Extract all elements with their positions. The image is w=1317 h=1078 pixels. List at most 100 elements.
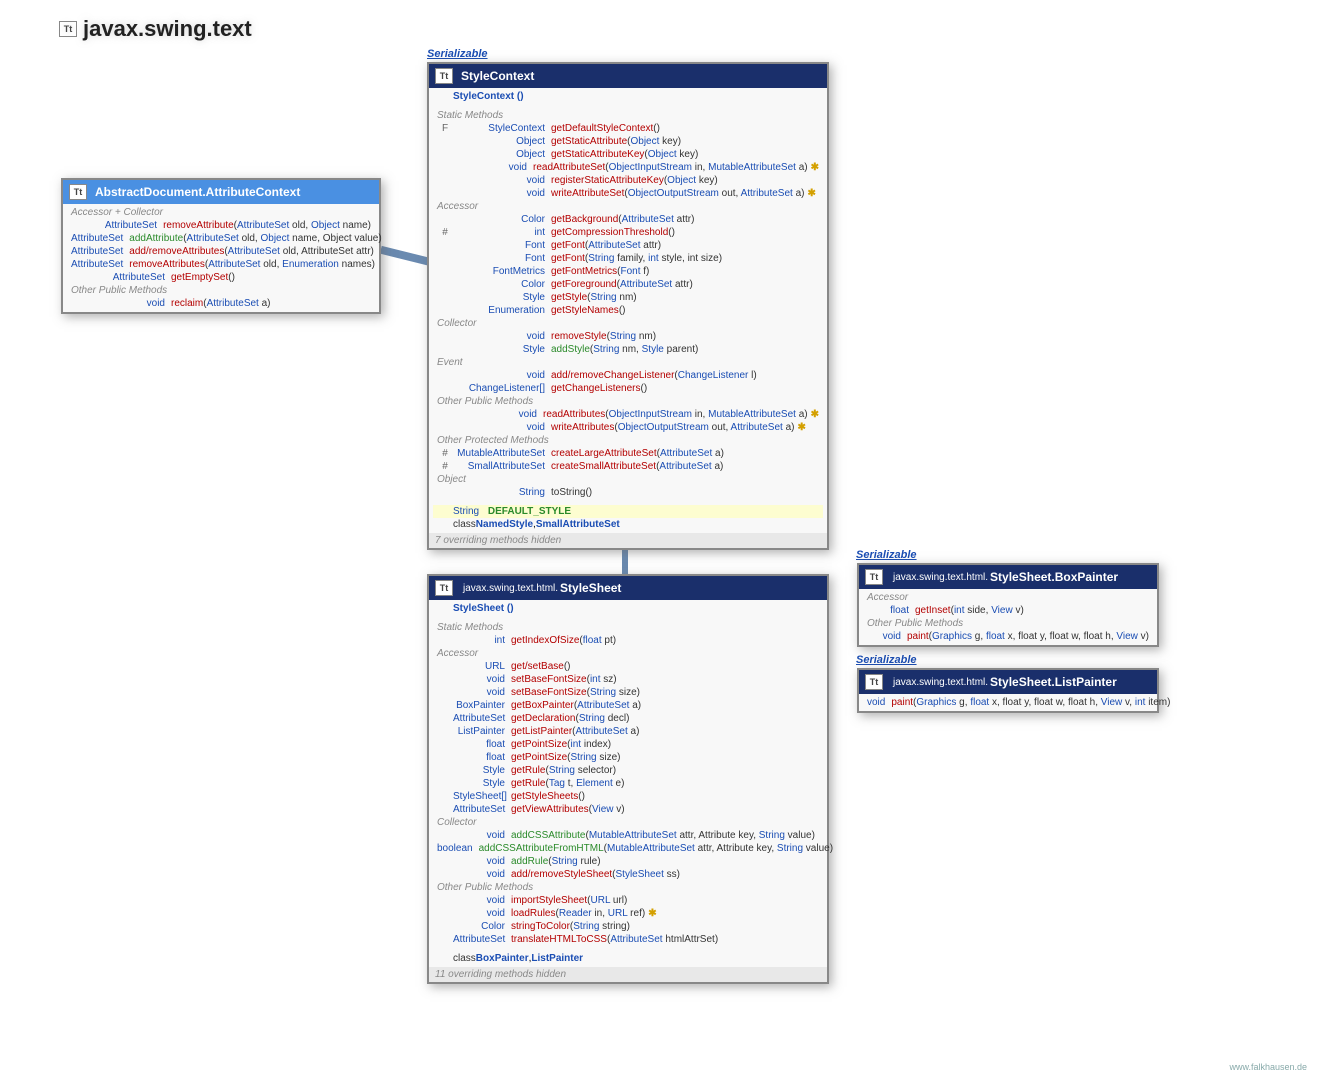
method-row: voidloadRules (Reader in, URL ref)✱ [433, 907, 823, 920]
class-title: StyleSheet.ListPainter [990, 675, 1117, 689]
method-row: ObjectgetStaticAttribute (Object key) [433, 135, 823, 148]
method-row: voidsetBaseFontSize (int sz) [433, 673, 823, 686]
card-header: Tt AbstractDocument.AttributeContext [63, 180, 379, 204]
method-row: voidsetBaseFontSize (String size) [433, 686, 823, 699]
method-row: FontgetFont (String family, int style, i… [433, 252, 823, 265]
method-row: booleanaddCSSAttributeFromHTML (MutableA… [433, 842, 823, 855]
method-row: StringtoString () [433, 486, 823, 499]
class-title: StyleSheet [560, 581, 621, 595]
connector-diagonal [380, 246, 432, 266]
method-row: voidadd/removeChangeListener (ChangeList… [433, 369, 823, 382]
method-row: voidaddRule (String rule) [433, 855, 823, 868]
section-label: Static Methods [433, 621, 823, 634]
method-row: voidregisterStaticAttributeKey (Object k… [433, 174, 823, 187]
section-label: Object [433, 473, 823, 486]
serializable-label[interactable]: Serializable [427, 48, 488, 60]
class-title: AbstractDocument.AttributeContext [95, 185, 300, 199]
class-icon: Tt [69, 184, 87, 200]
method-row: ListPaintergetListPainter (AttributeSet … [433, 725, 823, 738]
method-row: AttributeSetaddAttribute (AttributeSet o… [67, 232, 375, 245]
method-row: voidaddCSSAttribute (MutableAttributeSet… [433, 829, 823, 842]
section-label: Other Public Methods [433, 395, 823, 408]
method-row: AttributeSetgetViewAttributes (View v) [433, 803, 823, 816]
package-title: Tt javax.swing.text [59, 16, 252, 42]
card-header: Tt StyleContext [429, 64, 827, 88]
credit-link[interactable]: www.falkhausen.de [1229, 1062, 1307, 1072]
method-row: voidreadAttributeSet (ObjectInputStream … [433, 161, 823, 174]
method-row: voidpaint (Graphics g, float x, float y,… [863, 696, 1153, 709]
method-row: AttributeSetgetEmptySet () [67, 271, 375, 284]
method-row: BoxPaintergetBoxPainter (AttributeSet a) [433, 699, 823, 712]
class-icon: Tt [435, 580, 453, 596]
method-row: voidreclaim (AttributeSet a) [67, 297, 375, 310]
card-body: Accessor + Collector AttributeSetremoveA… [63, 204, 379, 312]
method-row: AttributeSetremoveAttribute (AttributeSe… [67, 219, 375, 232]
method-row: AttributeSetremoveAttributes (AttributeS… [67, 258, 375, 271]
method-row: StylegetRule (Tag t, Element e) [433, 777, 823, 790]
method-row: AttributeSetadd/removeAttributes (Attrib… [67, 245, 375, 258]
section-label: Accessor + Collector [67, 206, 375, 219]
class-title: StyleContext [461, 69, 534, 83]
method-row: FontgetFont (AttributeSet attr) [433, 239, 823, 252]
method-row: voidremoveStyle (String nm) [433, 330, 823, 343]
method-row: AttributeSettranslateHTMLToCSS (Attribut… [433, 933, 823, 946]
method-row: voidpaint (Graphics g, float x, float y,… [863, 630, 1153, 643]
method-row: voidwriteAttributeSet (ObjectOutputStrea… [433, 187, 823, 200]
card-footer: 11 overriding methods hidden [429, 967, 827, 982]
method-row: ChangeListener[]getChangeListeners () [433, 382, 823, 395]
method-row: voidwriteAttributes (ObjectOutputStream … [433, 421, 823, 434]
method-row: voidadd/removeStyleSheet (StyleSheet ss) [433, 868, 823, 881]
method-row: StyleaddStyle (String nm, Style parent) [433, 343, 823, 356]
method-row: StyleSheet[]getStyleSheets () [433, 790, 823, 803]
class-icon: Tt [435, 68, 453, 84]
connector-vertical [622, 548, 628, 575]
method-row: floatgetInset (int side, View v) [863, 604, 1153, 617]
method-row: EnumerationgetStyleNames () [433, 304, 823, 317]
card-body: StyleSheet () Static Methods intgetIndex… [429, 600, 827, 967]
section-label: Other Protected Methods [433, 434, 823, 447]
serializable-label[interactable]: Serializable [856, 549, 917, 561]
card-list-painter: Tt javax.swing.text.html. StyleSheet.Lis… [857, 668, 1159, 713]
card-body: StyleContext () Static Methods FStyleCon… [429, 88, 827, 533]
section-label: Collector [433, 816, 823, 829]
constructor-row: StyleContext () [433, 90, 823, 103]
method-row: FontMetricsgetFontMetrics (Font f) [433, 265, 823, 278]
inner-classes-row: class NamedStyle, SmallAttributeSet [433, 518, 823, 531]
serializable-label[interactable]: Serializable [856, 654, 917, 666]
constructor-row: StyleSheet () [433, 602, 823, 615]
class-package: javax.swing.text.html. [893, 677, 988, 688]
card-header: Tt javax.swing.text.html. StyleSheet.Box… [859, 565, 1157, 589]
card-style-context: Tt StyleContext StyleContext () Static M… [427, 62, 829, 550]
package-name: javax.swing.text [83, 16, 252, 42]
method-row: #intgetCompressionThreshold () [433, 226, 823, 239]
method-row: URLget/setBase () [433, 660, 823, 673]
method-row: voidreadAttributes (ObjectInputStream in… [433, 408, 823, 421]
card-box-painter: Tt javax.swing.text.html. StyleSheet.Box… [857, 563, 1159, 647]
inner-classes-row: class BoxPainter, ListPainter [433, 952, 823, 965]
method-row: StylegetRule (String selector) [433, 764, 823, 777]
section-label: Accessor [433, 200, 823, 213]
constant-row: String DEFAULT_STYLE [433, 505, 823, 518]
method-row: ObjectgetStaticAttributeKey (Object key) [433, 148, 823, 161]
section-label: Other Public Methods [433, 881, 823, 894]
method-row: floatgetPointSize (int index) [433, 738, 823, 751]
method-row: floatgetPointSize (String size) [433, 751, 823, 764]
section-label: Collector [433, 317, 823, 330]
section-label: Event [433, 356, 823, 369]
card-body: Accessor floatgetInset (int side, View v… [859, 589, 1157, 645]
card-header: Tt javax.swing.text.html. StyleSheet.Lis… [859, 670, 1157, 694]
card-footer: 7 overriding methods hidden [429, 533, 827, 548]
method-row: ColorgetBackground (AttributeSet attr) [433, 213, 823, 226]
section-label: Other Public Methods [863, 617, 1153, 630]
class-icon: Tt [865, 674, 883, 690]
card-header: Tt javax.swing.text.html. StyleSheet [429, 576, 827, 600]
package-icon: Tt [59, 21, 77, 37]
section-label: Accessor [433, 647, 823, 660]
section-label: Accessor [863, 591, 1153, 604]
method-row: intgetIndexOfSize (float pt) [433, 634, 823, 647]
method-row: #SmallAttributeSetcreateSmallAttributeSe… [433, 460, 823, 473]
method-row: AttributeSetgetDeclaration (String decl) [433, 712, 823, 725]
class-package: javax.swing.text.html. [463, 583, 558, 594]
method-row: ColorgetForeground (AttributeSet attr) [433, 278, 823, 291]
method-row: ColorstringToColor (String string) [433, 920, 823, 933]
